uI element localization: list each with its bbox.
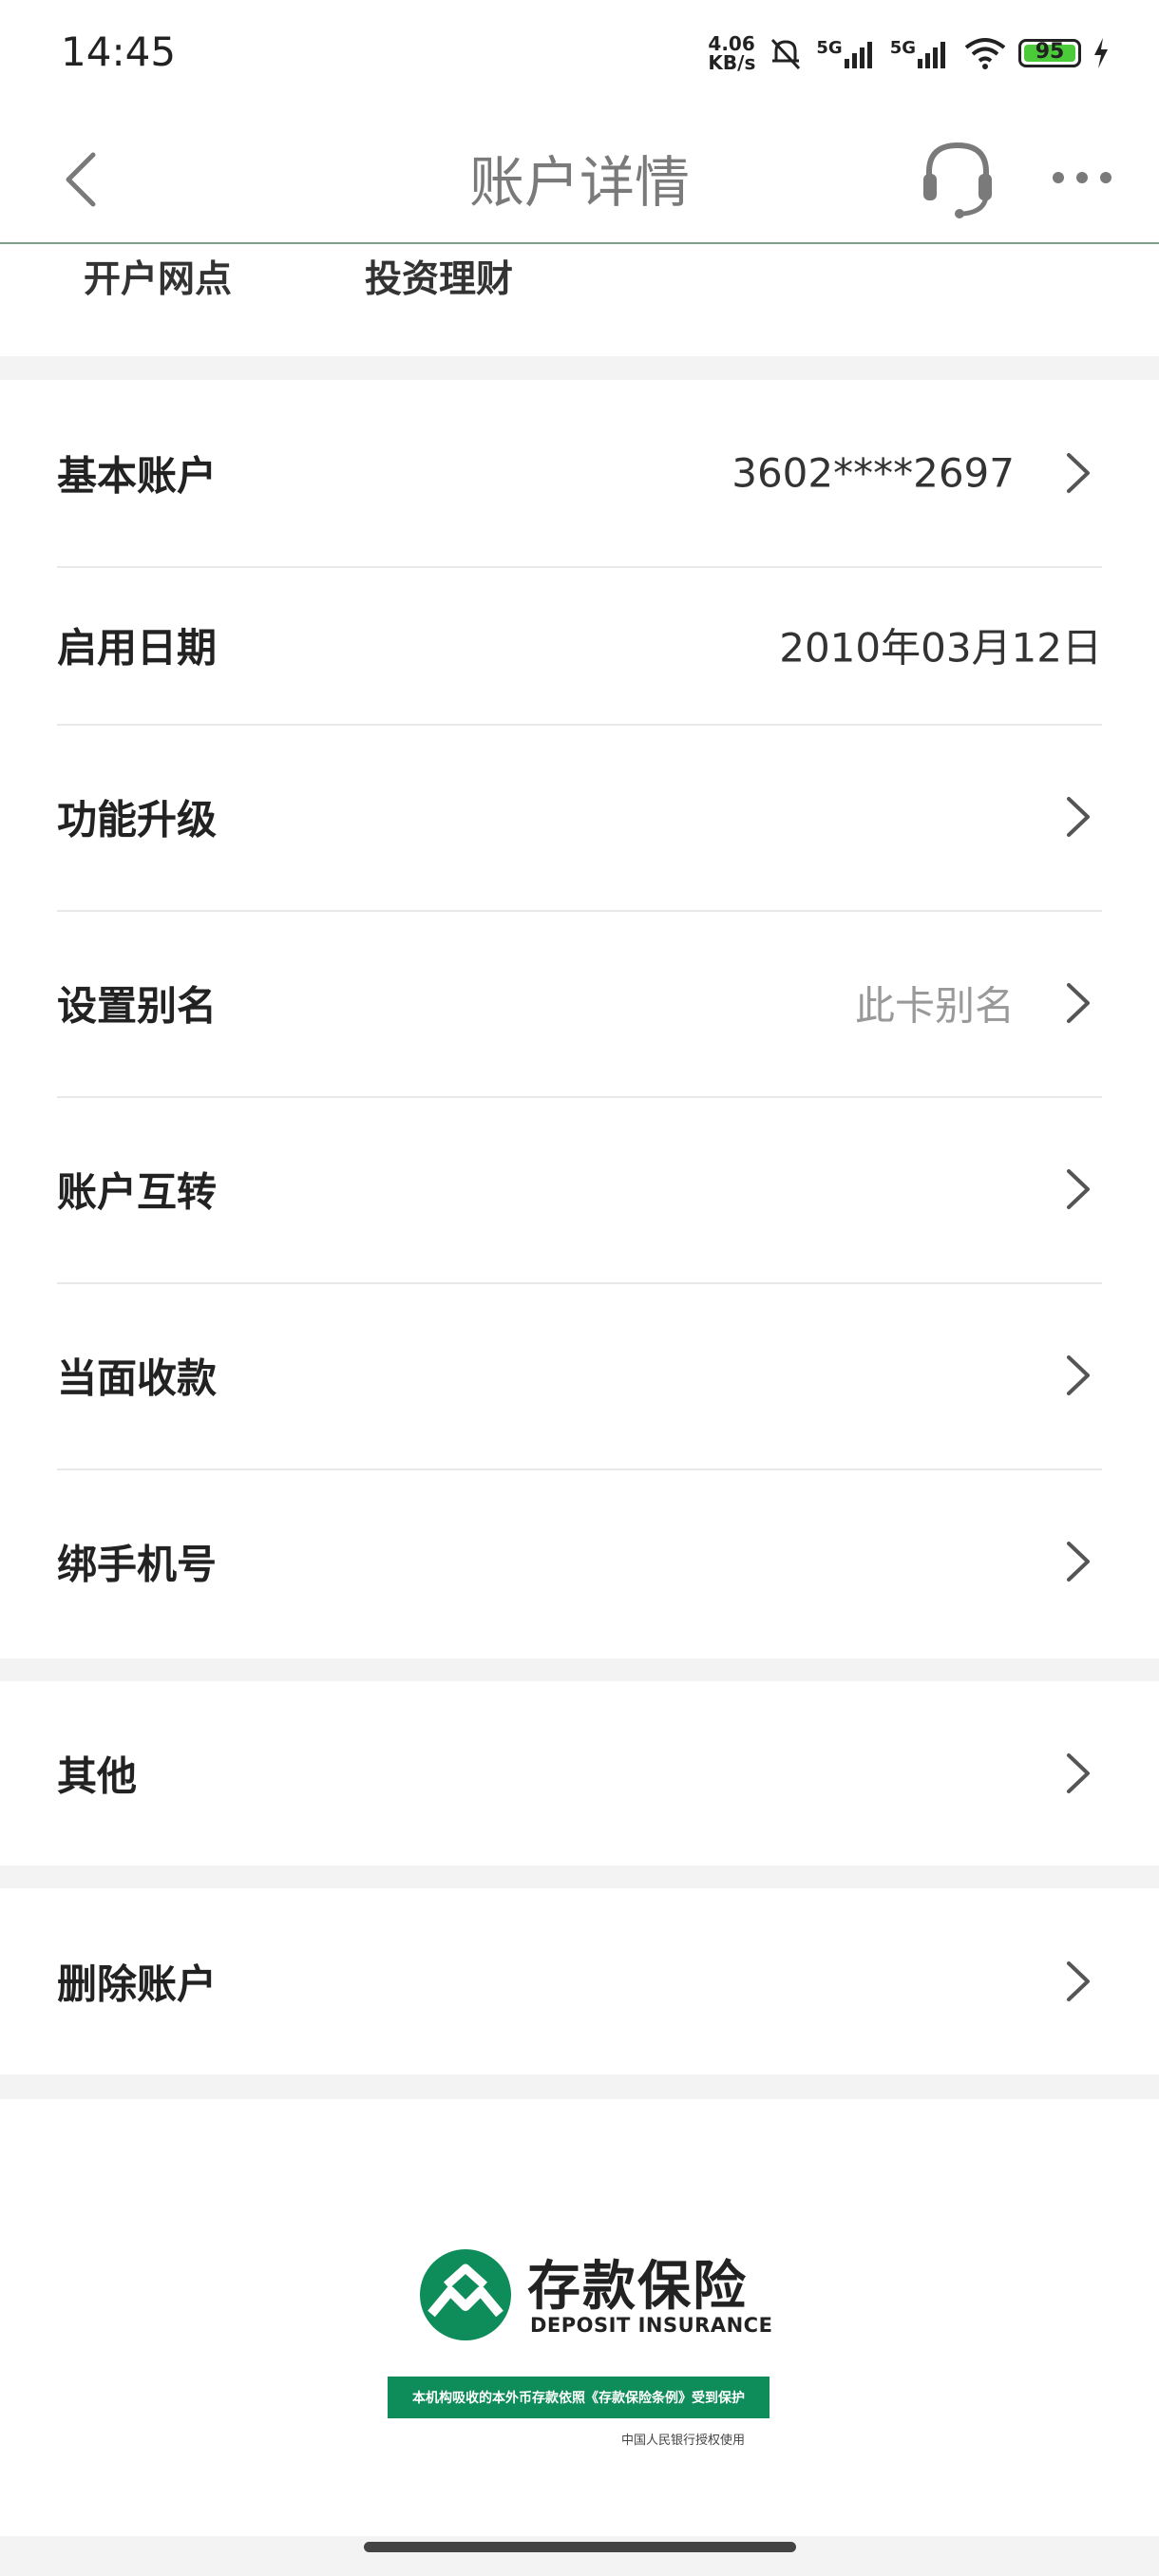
network-speed-value: 4.06 — [708, 32, 755, 55]
logo-chinese-text: 存款保险 — [527, 2256, 748, 2318]
nav-bar: 账户详情 — [0, 109, 1159, 244]
row-label: 设置别名 — [57, 982, 218, 1030]
other-section: 其他 — [0, 1681, 1159, 1866]
chevron-right-icon — [1067, 1753, 1090, 1793]
charging-icon — [1094, 38, 1108, 68]
row-set-alias[interactable]: 设置别名 此卡别名 — [57, 910, 1102, 1098]
home-indicator[interactable] — [364, 2542, 796, 2552]
wifi-icon — [964, 38, 1006, 69]
row-basic-account[interactable]: 基本账户 3602****2697 — [57, 380, 1102, 568]
row-account-transfer[interactable]: 账户互转 — [57, 1096, 1102, 1284]
open-date-value: 2010年03月12日 — [779, 624, 1102, 672]
authorization-note: 中国人民银行授权使用 — [621, 2434, 746, 2448]
chevron-right-icon — [1067, 1961, 1090, 2001]
account-number: 3602****2697 — [732, 449, 1015, 497]
chevron-right-icon — [1067, 1542, 1090, 1582]
delete-section: 删除账户 — [0, 1888, 1159, 2074]
row-label: 功能升级 — [57, 796, 218, 843]
row-feature-upgrade[interactable]: 功能升级 — [57, 724, 1102, 912]
customer-service-icon[interactable] — [920, 138, 996, 219]
account-settings-list: 基本账户 3602****2697 启用日期 2010年03月12日 功能升级 … — [0, 380, 1159, 1658]
row-open-date: 启用日期 2010年03月12日 — [57, 566, 1102, 726]
tab-branch[interactable]: 开户网点 — [84, 250, 232, 303]
alias-placeholder: 此卡别名 — [854, 982, 1015, 1030]
shortcut-tabs: 开户网点 投资理财 — [0, 244, 1159, 356]
chevron-right-icon — [1067, 797, 1090, 837]
deposit-insurance-logo-icon — [420, 2249, 511, 2340]
row-label: 绑手机号 — [57, 1541, 218, 1588]
signal-2: 5G — [890, 38, 952, 68]
status-bar: 14:45 4.06 KB/s 5G 5G 95 — [0, 0, 1159, 109]
row-other[interactable]: 其他 — [57, 1681, 1102, 1866]
logo-english-text: DEPOSIT INSURANCE — [530, 2314, 773, 2337]
row-face-to-face-receive[interactable]: 当面收款 — [57, 1282, 1102, 1470]
row-label: 当面收款 — [57, 1354, 218, 1402]
row-label: 删除账户 — [57, 1960, 218, 2008]
network-type-1: 5G — [816, 38, 843, 58]
insurance-notice-banner: 本机构吸收的本外币存款依照《存款保险条例》受到保护 — [388, 2377, 770, 2418]
chevron-right-icon — [1067, 1355, 1090, 1395]
row-label: 账户互转 — [57, 1168, 218, 1216]
status-time: 14:45 — [61, 28, 177, 75]
tab-investment[interactable]: 投资理财 — [365, 250, 513, 303]
row-bind-phone[interactable]: 绑手机号 — [57, 1468, 1102, 1655]
chevron-right-icon — [1067, 1169, 1090, 1209]
battery-icon: 95 — [1018, 39, 1081, 67]
row-label: 其他 — [57, 1752, 138, 1800]
deposit-insurance-footer: 存款保险 DEPOSIT INSURANCE 本机构吸收的本外币存款依照《存款保… — [0, 2099, 1159, 2536]
battery-level: 95 — [1035, 40, 1065, 64]
chevron-right-icon — [1067, 453, 1090, 493]
signal-bars-icon — [918, 42, 945, 68]
network-speed-unit: KB/s — [708, 51, 756, 74]
network-type-2: 5G — [889, 38, 916, 58]
signal-bars-icon — [844, 42, 872, 68]
network-speed: 4.06 KB/s — [708, 34, 755, 72]
row-label: 启用日期 — [57, 624, 218, 672]
status-icons: 4.06 KB/s 5G 5G 95 — [708, 32, 1110, 74]
row-label: 基本账户 — [57, 452, 218, 500]
signal-1: 5G — [816, 38, 878, 68]
chevron-right-icon — [1067, 983, 1090, 1023]
mute-bell-icon — [771, 38, 801, 70]
row-delete-account[interactable]: 删除账户 — [57, 1888, 1102, 2074]
more-icon[interactable] — [1051, 161, 1113, 195]
